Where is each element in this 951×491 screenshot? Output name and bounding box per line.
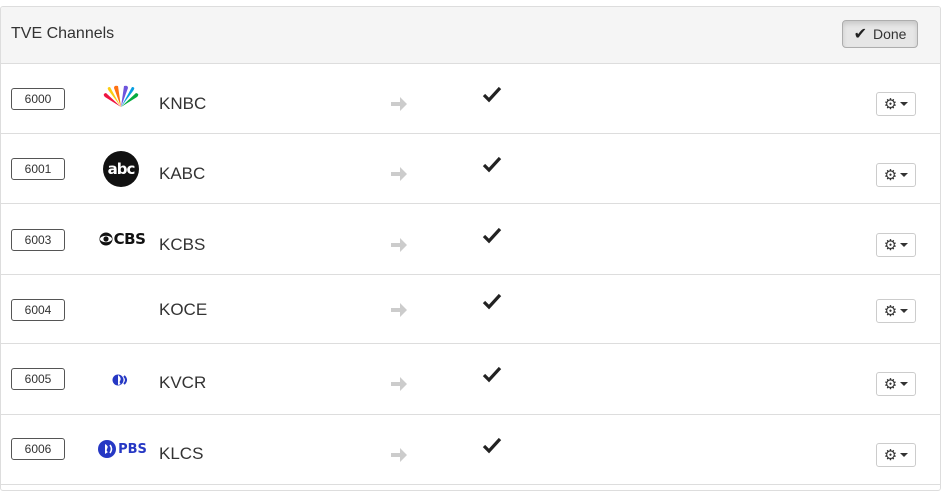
- channel-settings-button[interactable]: ⚙: [876, 443, 916, 467]
- check-icon: [482, 227, 502, 244]
- check-icon: [482, 156, 502, 173]
- gear-icon: ⚙: [883, 236, 898, 254]
- channel-row: 6004 KOCE ⚙: [1, 275, 940, 344]
- channel-settings-button[interactable]: ⚙: [876, 92, 916, 116]
- channel-row: 6000 KNBC ⚙: [1, 64, 940, 134]
- call-sign: KOCE: [159, 300, 208, 319]
- check-icon: [482, 86, 502, 103]
- gear-icon: ⚙: [883, 166, 898, 184]
- channel-settings-button[interactable]: ⚙: [876, 372, 916, 396]
- caret-down-icon: [900, 173, 909, 177]
- tve-channels-panel: TVE Channels ✔ Done 6000 KNBC ⚙ 6001 abc…: [0, 6, 941, 491]
- pbs-head-icon: [93, 360, 149, 400]
- channel-settings-button[interactable]: ⚙: [876, 163, 916, 187]
- pbs-logo-text: PBS: [118, 441, 147, 457]
- caret-down-icon: [900, 453, 909, 457]
- arrow-right-icon: [391, 238, 407, 252]
- caret-down-icon: [900, 243, 909, 247]
- call-sign: KCBS: [159, 235, 206, 254]
- panel-title: TVE Channels: [11, 25, 115, 42]
- call-sign: KABC: [159, 164, 206, 183]
- caret-down-icon: [900, 382, 909, 386]
- channel-number-badge: 6006: [11, 438, 65, 460]
- check-icon: [482, 293, 502, 310]
- call-sign: KNBC: [159, 94, 207, 113]
- arrow-right-icon: [391, 377, 407, 391]
- channel-number-badge: 6004: [11, 299, 65, 321]
- channel-number-badge: 6001: [11, 158, 65, 180]
- channel-row: 6005 KVCR ⚙: [1, 344, 940, 415]
- arrow-right-icon: [391, 167, 407, 181]
- abc-logo-icon: abc: [93, 149, 149, 189]
- cbs-logo-icon: CBS: [95, 219, 149, 259]
- done-button[interactable]: ✔ Done: [842, 20, 918, 48]
- channel-number-badge: 6005: [11, 368, 65, 390]
- arrow-right-icon: [391, 303, 407, 317]
- panel-header: TVE Channels ✔ Done: [1, 7, 940, 64]
- gear-icon: ⚙: [883, 446, 898, 464]
- nbc-peacock-icon: [93, 78, 149, 118]
- arrow-right-icon: [391, 448, 407, 462]
- channel-settings-button[interactable]: ⚙: [876, 299, 916, 323]
- arrow-right-icon: [391, 97, 407, 111]
- channel-row: 6006 PBS KLCS ⚙: [1, 415, 940, 485]
- svg-text:abc: abc: [108, 160, 135, 178]
- pbs-logo-icon: PBS: [95, 429, 149, 469]
- gear-icon: ⚙: [883, 302, 898, 320]
- channel-number-badge: 6000: [11, 88, 65, 110]
- caret-down-icon: [900, 102, 909, 106]
- channel-number-badge: 6003: [11, 229, 65, 251]
- gear-icon: ⚙: [883, 375, 898, 393]
- check-icon: [482, 437, 502, 454]
- channel-settings-button[interactable]: ⚙: [876, 233, 916, 257]
- caret-down-icon: [900, 309, 909, 313]
- checkmark-icon: ✔: [853, 26, 867, 43]
- gear-icon: ⚙: [883, 95, 898, 113]
- call-sign: KVCR: [159, 373, 207, 392]
- call-sign: KLCS: [159, 444, 204, 463]
- check-icon: [482, 366, 502, 383]
- channel-row: 6003 CBS KCBS ⚙: [1, 204, 940, 275]
- cbs-logo-text: CBS: [113, 230, 146, 248]
- done-button-label: Done: [872, 26, 907, 42]
- channel-row: 6001 abc KABC ⚙: [1, 134, 940, 204]
